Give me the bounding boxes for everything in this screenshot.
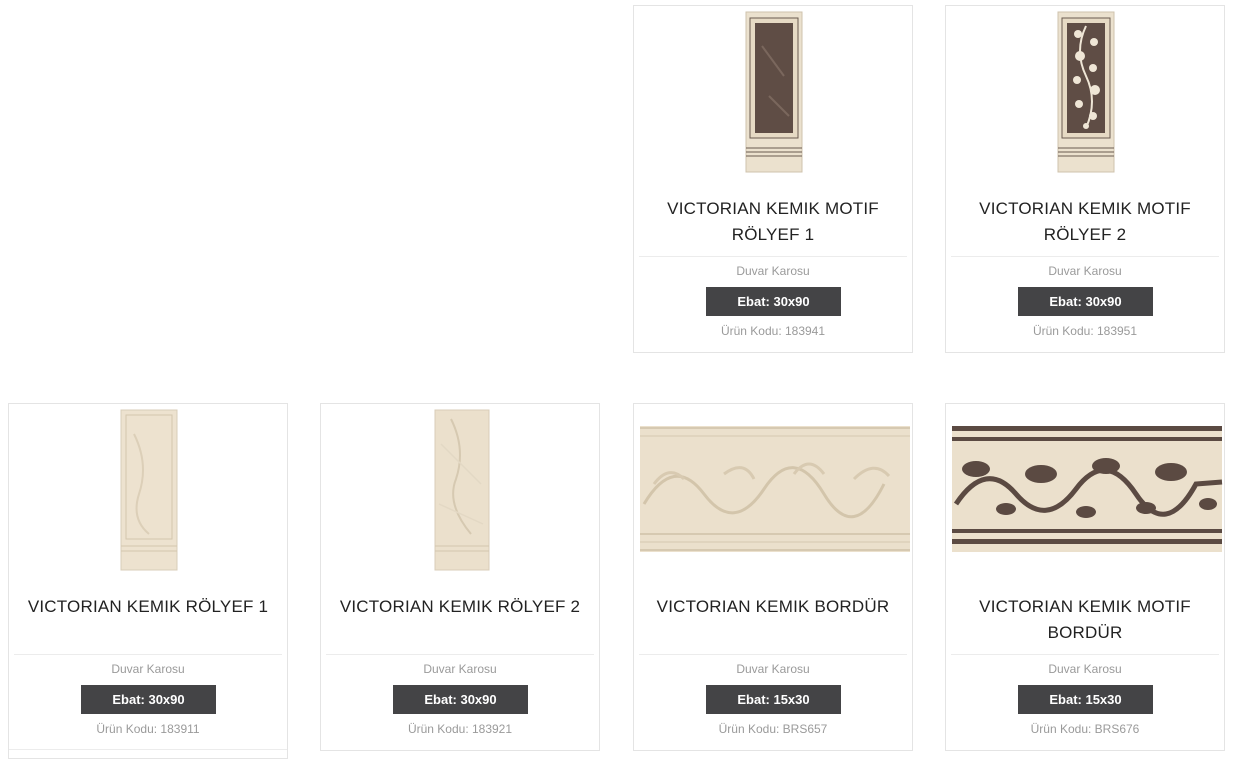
product-card[interactable]: VICTORIAN KEMIK MOTIF BORDÜR Duvar Karos… (945, 403, 1225, 751)
product-card[interactable]: VICTORIAN KEMIK BORDÜR Duvar Karosu Ebat… (633, 403, 913, 751)
product-code: Ürün Kodu: BRS657 (718, 722, 828, 736)
product-code: Ürün Kodu: 183941 (720, 324, 826, 338)
product-image[interactable] (946, 6, 1224, 176)
product-title[interactable]: VICTORIAN KEMIK MOTIF (644, 196, 902, 222)
divider (951, 256, 1219, 257)
size-badge: Ebat: 30x90 (1018, 287, 1153, 316)
divider (639, 256, 907, 257)
product-title[interactable]: VICTORIAN KEMIK RÖLYEF 2 (331, 594, 589, 620)
product-code: Ürün Kodu: BRS676 (1030, 722, 1140, 736)
product-category: Duvar Karosu (736, 662, 810, 676)
product-category: Duvar Karosu (423, 662, 497, 676)
divider (951, 654, 1219, 655)
divider (639, 654, 907, 655)
product-category: Duvar Karosu (1048, 264, 1122, 278)
size-badge: Ebat: 30x90 (81, 685, 216, 714)
divider (9, 749, 287, 750)
product-image[interactable] (321, 404, 599, 574)
product-title-line2[interactable]: RÖLYEF 1 (644, 222, 902, 248)
product-category: Duvar Karosu (111, 662, 185, 676)
size-badge: Ebat: 15x30 (706, 685, 841, 714)
product-image[interactable] (9, 404, 287, 574)
size-badge: Ebat: 30x90 (706, 287, 841, 316)
size-badge: Ebat: 15x30 (1018, 685, 1153, 714)
product-card[interactable]: VICTORIAN KEMIK RÖLYEF 2 Duvar Karosu Eb… (320, 403, 600, 751)
product-title-line2[interactable]: BORDÜR (956, 620, 1214, 646)
product-code: Ürün Kodu: 183921 (407, 722, 513, 736)
product-card[interactable]: VICTORIAN KEMIK MOTIF RÖLYEF 1 Duvar Kar… (633, 5, 913, 353)
divider (326, 654, 594, 655)
product-card[interactable]: VICTORIAN KEMIK MOTIF RÖLYEF 2 Duvar Kar… (945, 5, 1225, 353)
product-title[interactable]: VICTORIAN KEMIK MOTIF (956, 196, 1214, 222)
product-code: Ürün Kodu: 183951 (1032, 324, 1138, 338)
product-title[interactable]: VICTORIAN KEMIK BORDÜR (644, 594, 902, 620)
product-code: Ürün Kodu: 183911 (96, 722, 200, 736)
product-card[interactable]: VICTORIAN KEMIK RÖLYEF 1 Duvar Karosu Eb… (8, 403, 288, 759)
product-category: Duvar Karosu (736, 264, 810, 278)
size-badge: Ebat: 30x90 (393, 685, 528, 714)
product-title[interactable]: VICTORIAN KEMIK MOTIF (956, 594, 1214, 620)
product-title-line2[interactable]: RÖLYEF 2 (956, 222, 1214, 248)
product-image[interactable] (946, 404, 1224, 574)
product-image[interactable] (634, 6, 912, 176)
divider (14, 654, 282, 655)
product-title[interactable]: VICTORIAN KEMIK RÖLYEF 1 (19, 594, 277, 620)
product-image[interactable] (634, 404, 912, 574)
product-category: Duvar Karosu (1048, 662, 1122, 676)
